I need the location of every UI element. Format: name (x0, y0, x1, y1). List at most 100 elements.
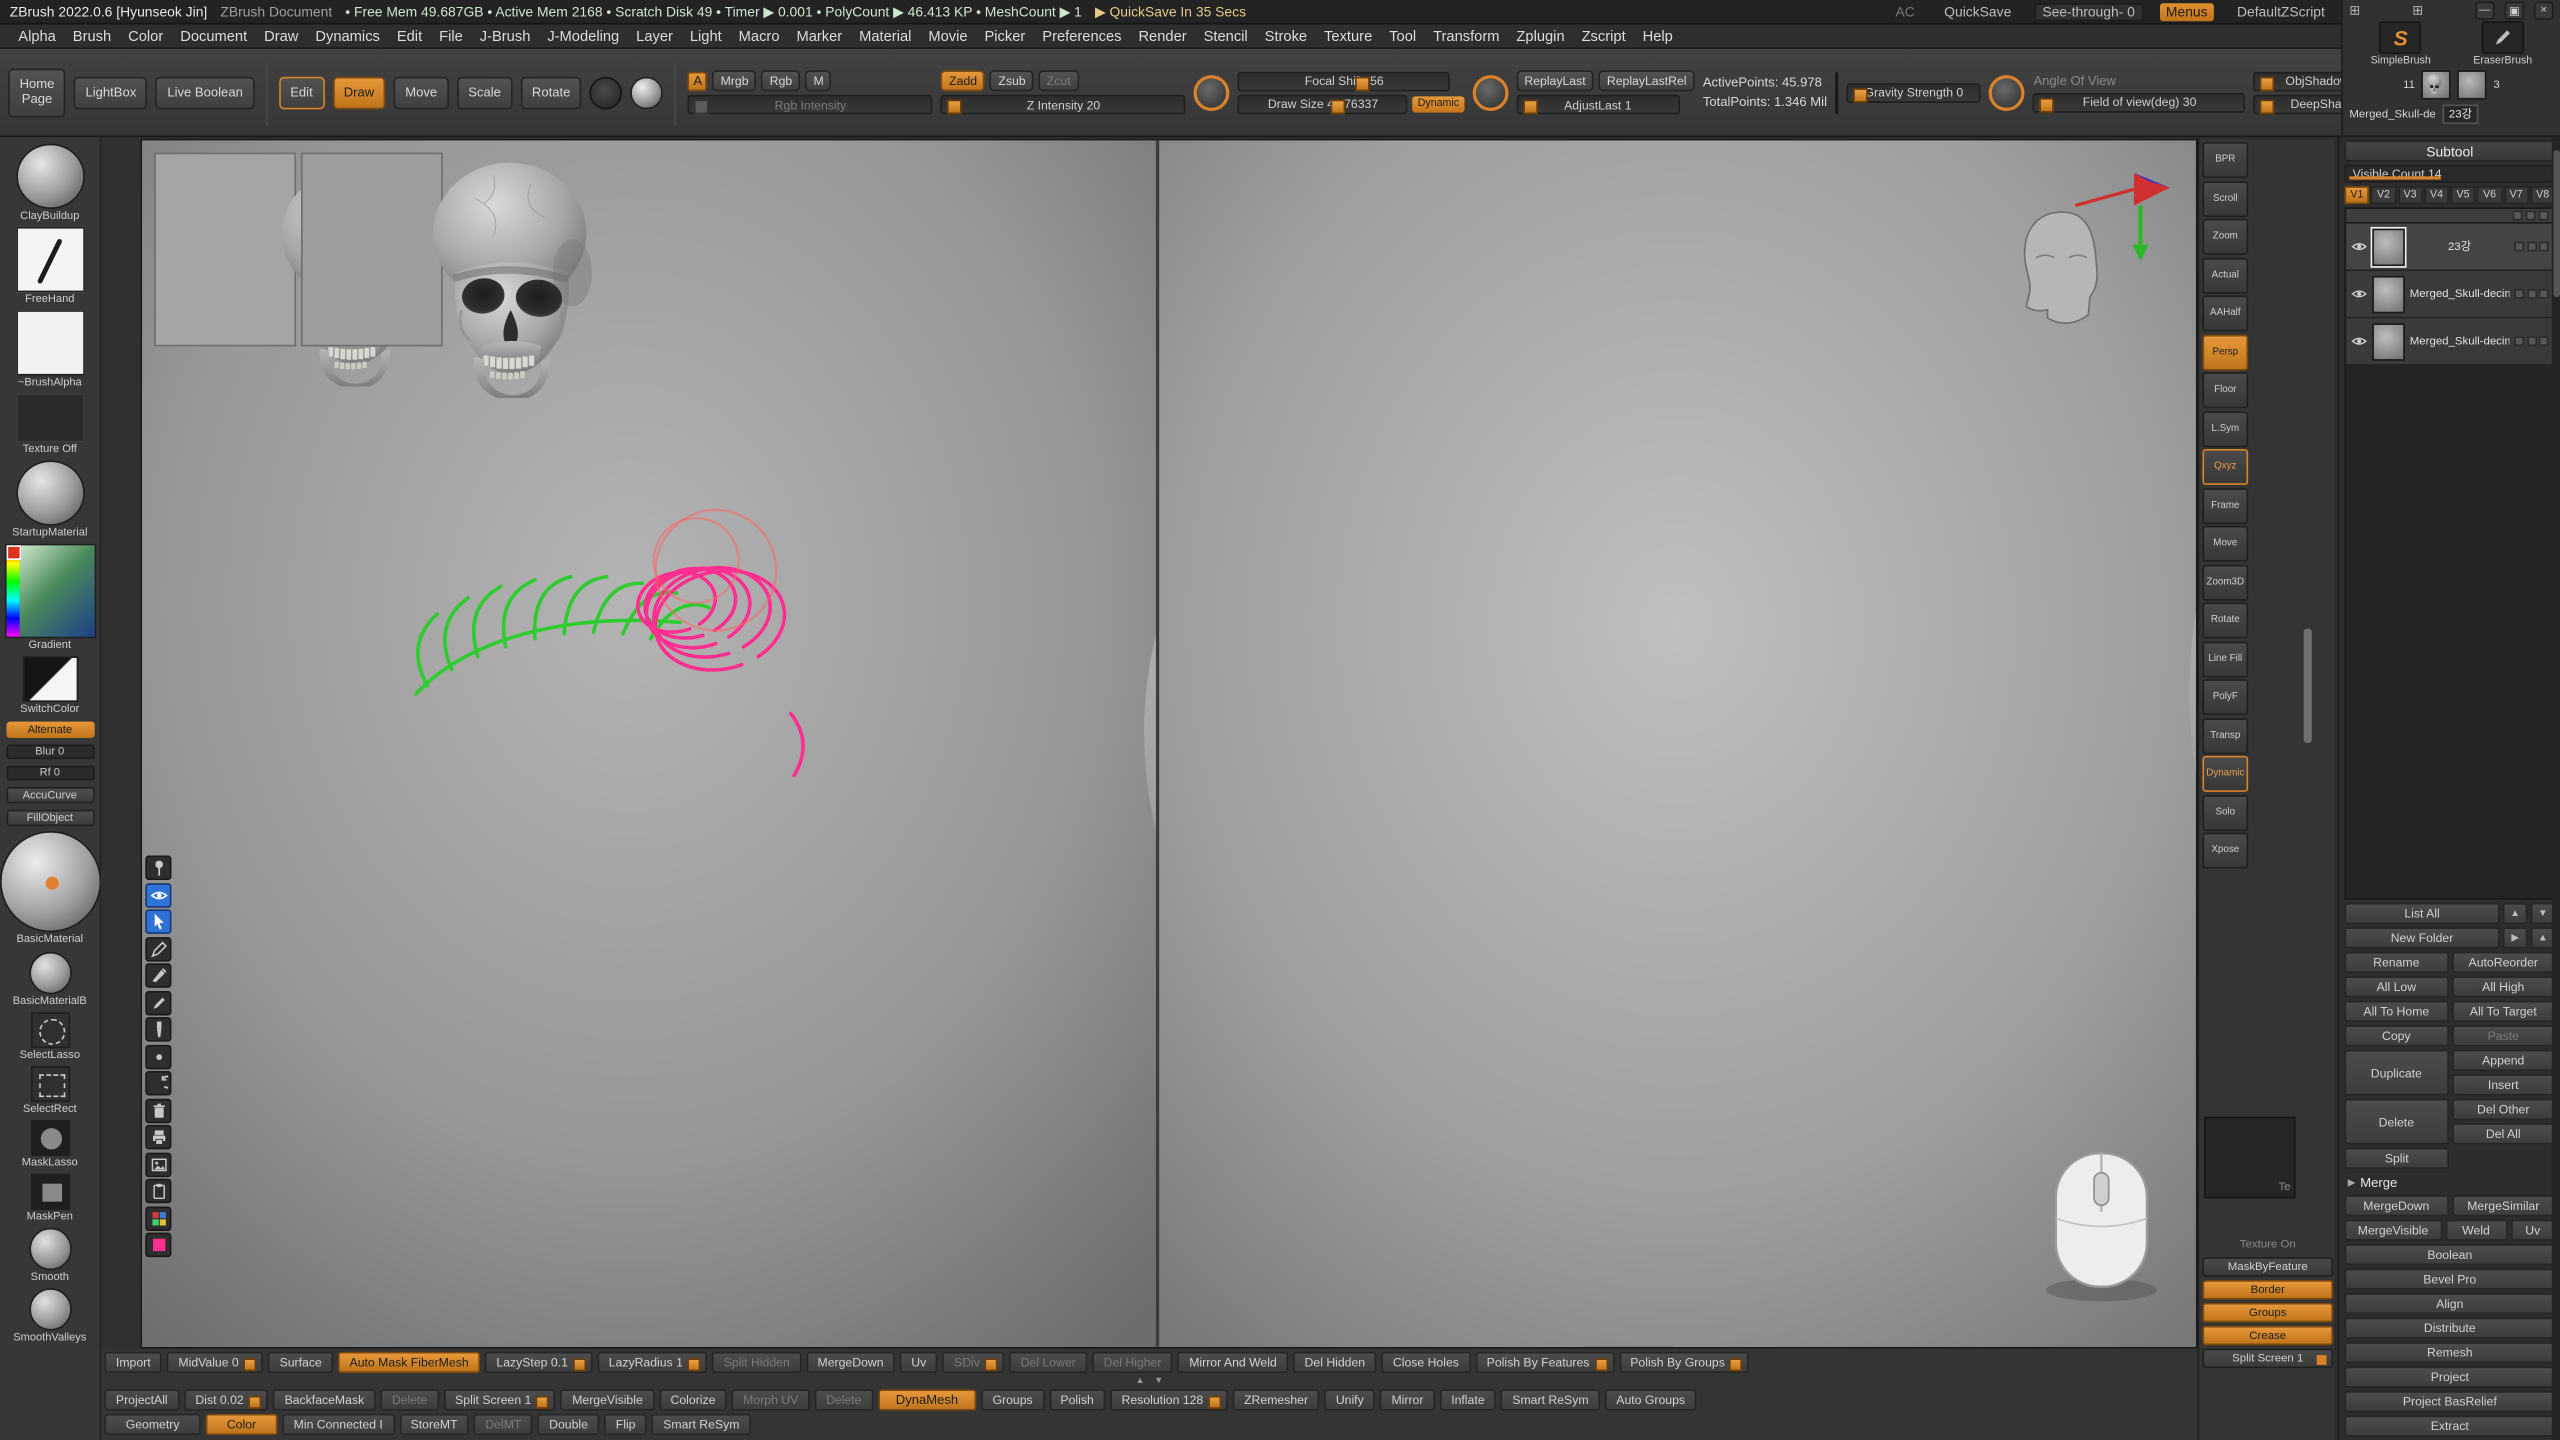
rgb-button[interactable]: Rgb (762, 70, 801, 91)
dynamic-toggle[interactable]: Dynamic (1413, 96, 1464, 112)
right-shelf-button[interactable]: Floor (2202, 372, 2248, 408)
merge-visible-button[interactable]: MergeVisible (2344, 1220, 2441, 1241)
right-shelf-button[interactable]: Xpose (2202, 833, 2248, 869)
deep-shadow-slider[interactable]: DeepShadow (2254, 94, 2341, 114)
right-stack-button[interactable]: MaskByFeature (2202, 1257, 2333, 1277)
adjust-last-slider[interactable]: AdjustLast 1 (1516, 95, 1679, 115)
subtool-section-button[interactable]: Bevel Pro (2344, 1269, 2555, 1290)
menu-item[interactable]: J-Brush (471, 24, 539, 47)
right-stack-button[interactable]: Border (2202, 1280, 2333, 1300)
subtool-action-button[interactable]: Append (2451, 1050, 2555, 1071)
eye-icon[interactable] (2351, 286, 2367, 302)
bottom-button[interactable]: Mirror (1380, 1389, 1435, 1410)
right-shelf-button[interactable]: Rotate (2202, 602, 2248, 638)
bottom-button[interactable]: Polish By Features (1475, 1351, 1614, 1372)
titlebar-control[interactable]: QuickSave (1938, 2, 2018, 20)
bottom-button[interactable]: LazyRadius 1 (597, 1351, 707, 1372)
sidebar-item[interactable]: ~BrushAlpha (0, 310, 100, 389)
subtool-version-tab[interactable]: V7 (2504, 186, 2529, 204)
Merged_Skull-decimation2[interactable]: Merged_Skull-decimation2 (2346, 271, 2553, 318)
right-shelf-button[interactable]: Dynamic (2202, 756, 2248, 792)
visible-count-slider[interactable]: Visible Count 14 (2344, 165, 2555, 183)
field-of-view-icon[interactable] (1989, 74, 2025, 110)
menu-item[interactable]: Light (681, 24, 730, 47)
bottom-button[interactable]: Morph UV (732, 1389, 810, 1410)
sidebar-item[interactable]: ClayBuildup (0, 143, 100, 222)
list-all-button[interactable]: List All (2344, 903, 2499, 924)
clipboard-icon[interactable] (145, 1179, 171, 1203)
image-icon[interactable] (145, 1152, 171, 1176)
bottom-button[interactable]: ZRemesher (1233, 1389, 1320, 1410)
pen-icon[interactable] (145, 936, 171, 960)
points-vslider[interactable] (1835, 71, 1838, 113)
bottom-button[interactable]: Uv (900, 1351, 938, 1372)
live-boolean-button[interactable]: Live Boolean (156, 76, 254, 109)
undo-icon[interactable] (145, 1071, 171, 1095)
rgb-intensity-slider[interactable]: Rgb Intensity (688, 95, 933, 115)
weld-button[interactable]: Weld (2445, 1220, 2507, 1241)
Merged_Skull-decimation2_4[interactable]: Merged_Skull-decimation2_4 (2346, 318, 2553, 365)
subtool-row-icons[interactable] (2514, 289, 2548, 299)
bottom-button[interactable]: Import (104, 1351, 162, 1372)
right-shelf-button[interactable]: Frame (2202, 487, 2248, 523)
knife-icon[interactable] (145, 963, 171, 987)
sidebar-item[interactable]: FillObject (0, 809, 100, 827)
material-preview-icon[interactable] (631, 76, 664, 109)
subtool-section-button[interactable]: Project (2344, 1367, 2555, 1388)
menu-item[interactable]: Help (1634, 24, 1681, 47)
subtool-action-button[interactable]: Duplicate (2344, 1050, 2448, 1096)
pin-icon[interactable] (145, 856, 171, 880)
replay-icon[interactable] (1472, 74, 1508, 110)
sidebar-item[interactable]: Texture Off (0, 393, 100, 455)
m-button[interactable]: M (805, 70, 832, 91)
menu-item[interactable]: J-Modeling (539, 24, 628, 47)
menu-item[interactable]: Macro (730, 24, 788, 47)
subtool-thumbnail[interactable] (2372, 275, 2405, 313)
merge-section-header[interactable]: ▶ Merge (2344, 1172, 2555, 1192)
sidebar-item[interactable]: BasicMaterialB (0, 951, 100, 1007)
edit-button[interactable]: Edit (279, 76, 324, 109)
simple-brush-slot[interactable]: S SimpleBrush (2371, 21, 2431, 67)
sidebar-item[interactable]: Smooth (0, 1228, 100, 1284)
bottom-button[interactable]: Double (538, 1413, 600, 1434)
right-shelf-button[interactable]: Scroll (2202, 180, 2248, 216)
home-page-button[interactable]: Home Page (8, 68, 66, 117)
draw-size-slider[interactable]: Draw Size 43.76337 (1238, 94, 1408, 114)
subtool-action-button[interactable]: Delete (2344, 1099, 2448, 1145)
sidebar-item[interactable]: SelectRect (0, 1066, 100, 1115)
right-shelf-button[interactable]: Solo (2202, 794, 2248, 830)
bottom-button[interactable]: Delete (815, 1389, 873, 1410)
bottom-button[interactable]: Resolution 128 (1110, 1389, 1228, 1410)
subtool-header[interactable]: Subtool (2344, 140, 2555, 161)
right-shelf-button[interactable]: BPR (2202, 142, 2248, 178)
close-button[interactable]: × (2534, 2, 2554, 20)
bottom-button[interactable]: Colorize (659, 1389, 727, 1410)
bottom-button[interactable]: Polish By Groups (1619, 1351, 1750, 1372)
bottom-button[interactable]: ProjectAll (104, 1389, 179, 1410)
bottom-button[interactable]: Auto Groups (1605, 1389, 1697, 1410)
menu-item[interactable]: Layer (628, 24, 682, 47)
bottom-button[interactable]: Surface (268, 1351, 333, 1372)
cursor-icon[interactable] (145, 909, 171, 933)
draw-button[interactable]: Draw (332, 76, 385, 109)
field-of-view-slider[interactable]: Field of view(deg) 30 (2033, 92, 2245, 112)
split-button[interactable]: Split (2344, 1148, 2448, 1169)
right-shelf-button[interactable]: Actual (2202, 257, 2248, 293)
bottom-button[interactable]: Groups (981, 1389, 1044, 1410)
grid-icon[interactable]: ⊞ (2349, 3, 2360, 18)
bottom-button[interactable]: DelMT (474, 1413, 533, 1434)
palette-resize-handle[interactable]: ▲ ▼ (101, 1375, 2197, 1386)
menu-item[interactable]: Document (172, 24, 256, 47)
sidebar-item[interactable]: SwitchColor (0, 657, 100, 716)
replay-last-button[interactable]: ReplayLast (1516, 70, 1594, 91)
bottom-button[interactable]: Unify (1324, 1389, 1375, 1410)
bottom-button[interactable]: DynaMesh (878, 1389, 976, 1410)
maximize-button[interactable]: ▣ (2504, 2, 2524, 20)
subtool-thumb-small[interactable] (2457, 70, 2486, 99)
eye-icon[interactable] (2351, 238, 2367, 254)
menu-item[interactable]: Brush (64, 24, 119, 47)
right-shelf-button[interactable]: Transp (2202, 718, 2248, 754)
sidebar-item[interactable]: Blur 0 (0, 743, 100, 759)
subtool-version-tab[interactable]: V3 (2398, 186, 2423, 204)
sidebar-item[interactable]: SmoothValleys (0, 1289, 100, 1345)
